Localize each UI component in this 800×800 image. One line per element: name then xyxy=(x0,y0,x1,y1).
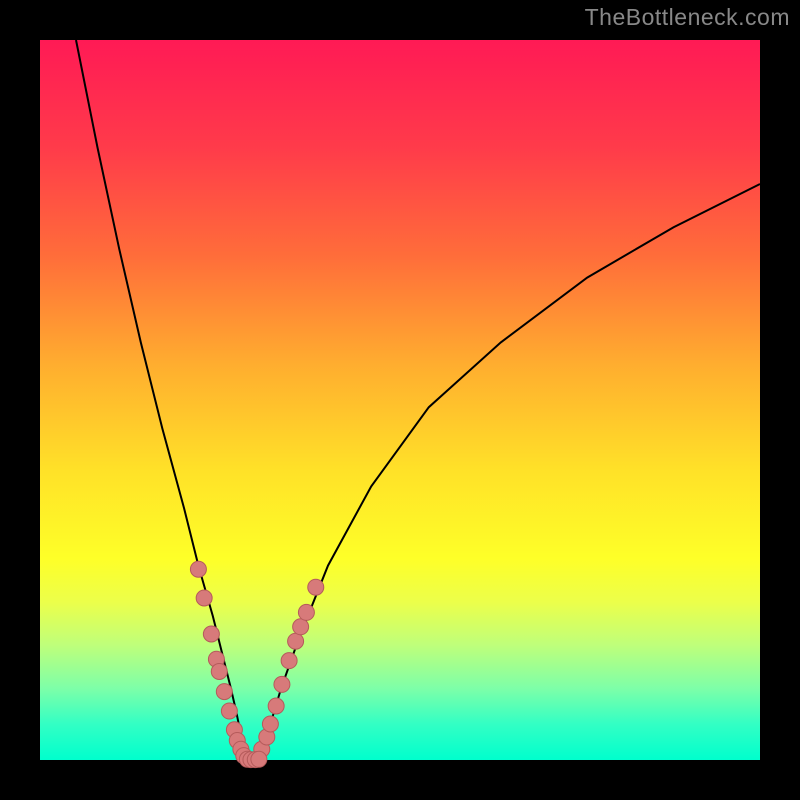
data-marker xyxy=(281,653,297,669)
chart-svg xyxy=(0,0,800,800)
curve-right xyxy=(258,184,760,758)
data-marker xyxy=(196,590,212,606)
data-marker xyxy=(221,703,237,719)
data-marker xyxy=(190,561,206,577)
data-marker xyxy=(262,716,278,732)
data-marker xyxy=(293,619,309,635)
data-marker xyxy=(298,604,314,620)
data-marker xyxy=(211,663,227,679)
chart-container: TheBottleneck.com xyxy=(0,0,800,800)
data-marker xyxy=(308,579,324,595)
watermark-text: TheBottleneck.com xyxy=(585,4,790,31)
data-marker xyxy=(203,626,219,642)
curve-left xyxy=(76,40,247,758)
data-marker xyxy=(288,633,304,649)
data-marker xyxy=(216,684,232,700)
data-marker xyxy=(274,676,290,692)
data-marker xyxy=(268,698,284,714)
data-marker xyxy=(251,751,267,767)
